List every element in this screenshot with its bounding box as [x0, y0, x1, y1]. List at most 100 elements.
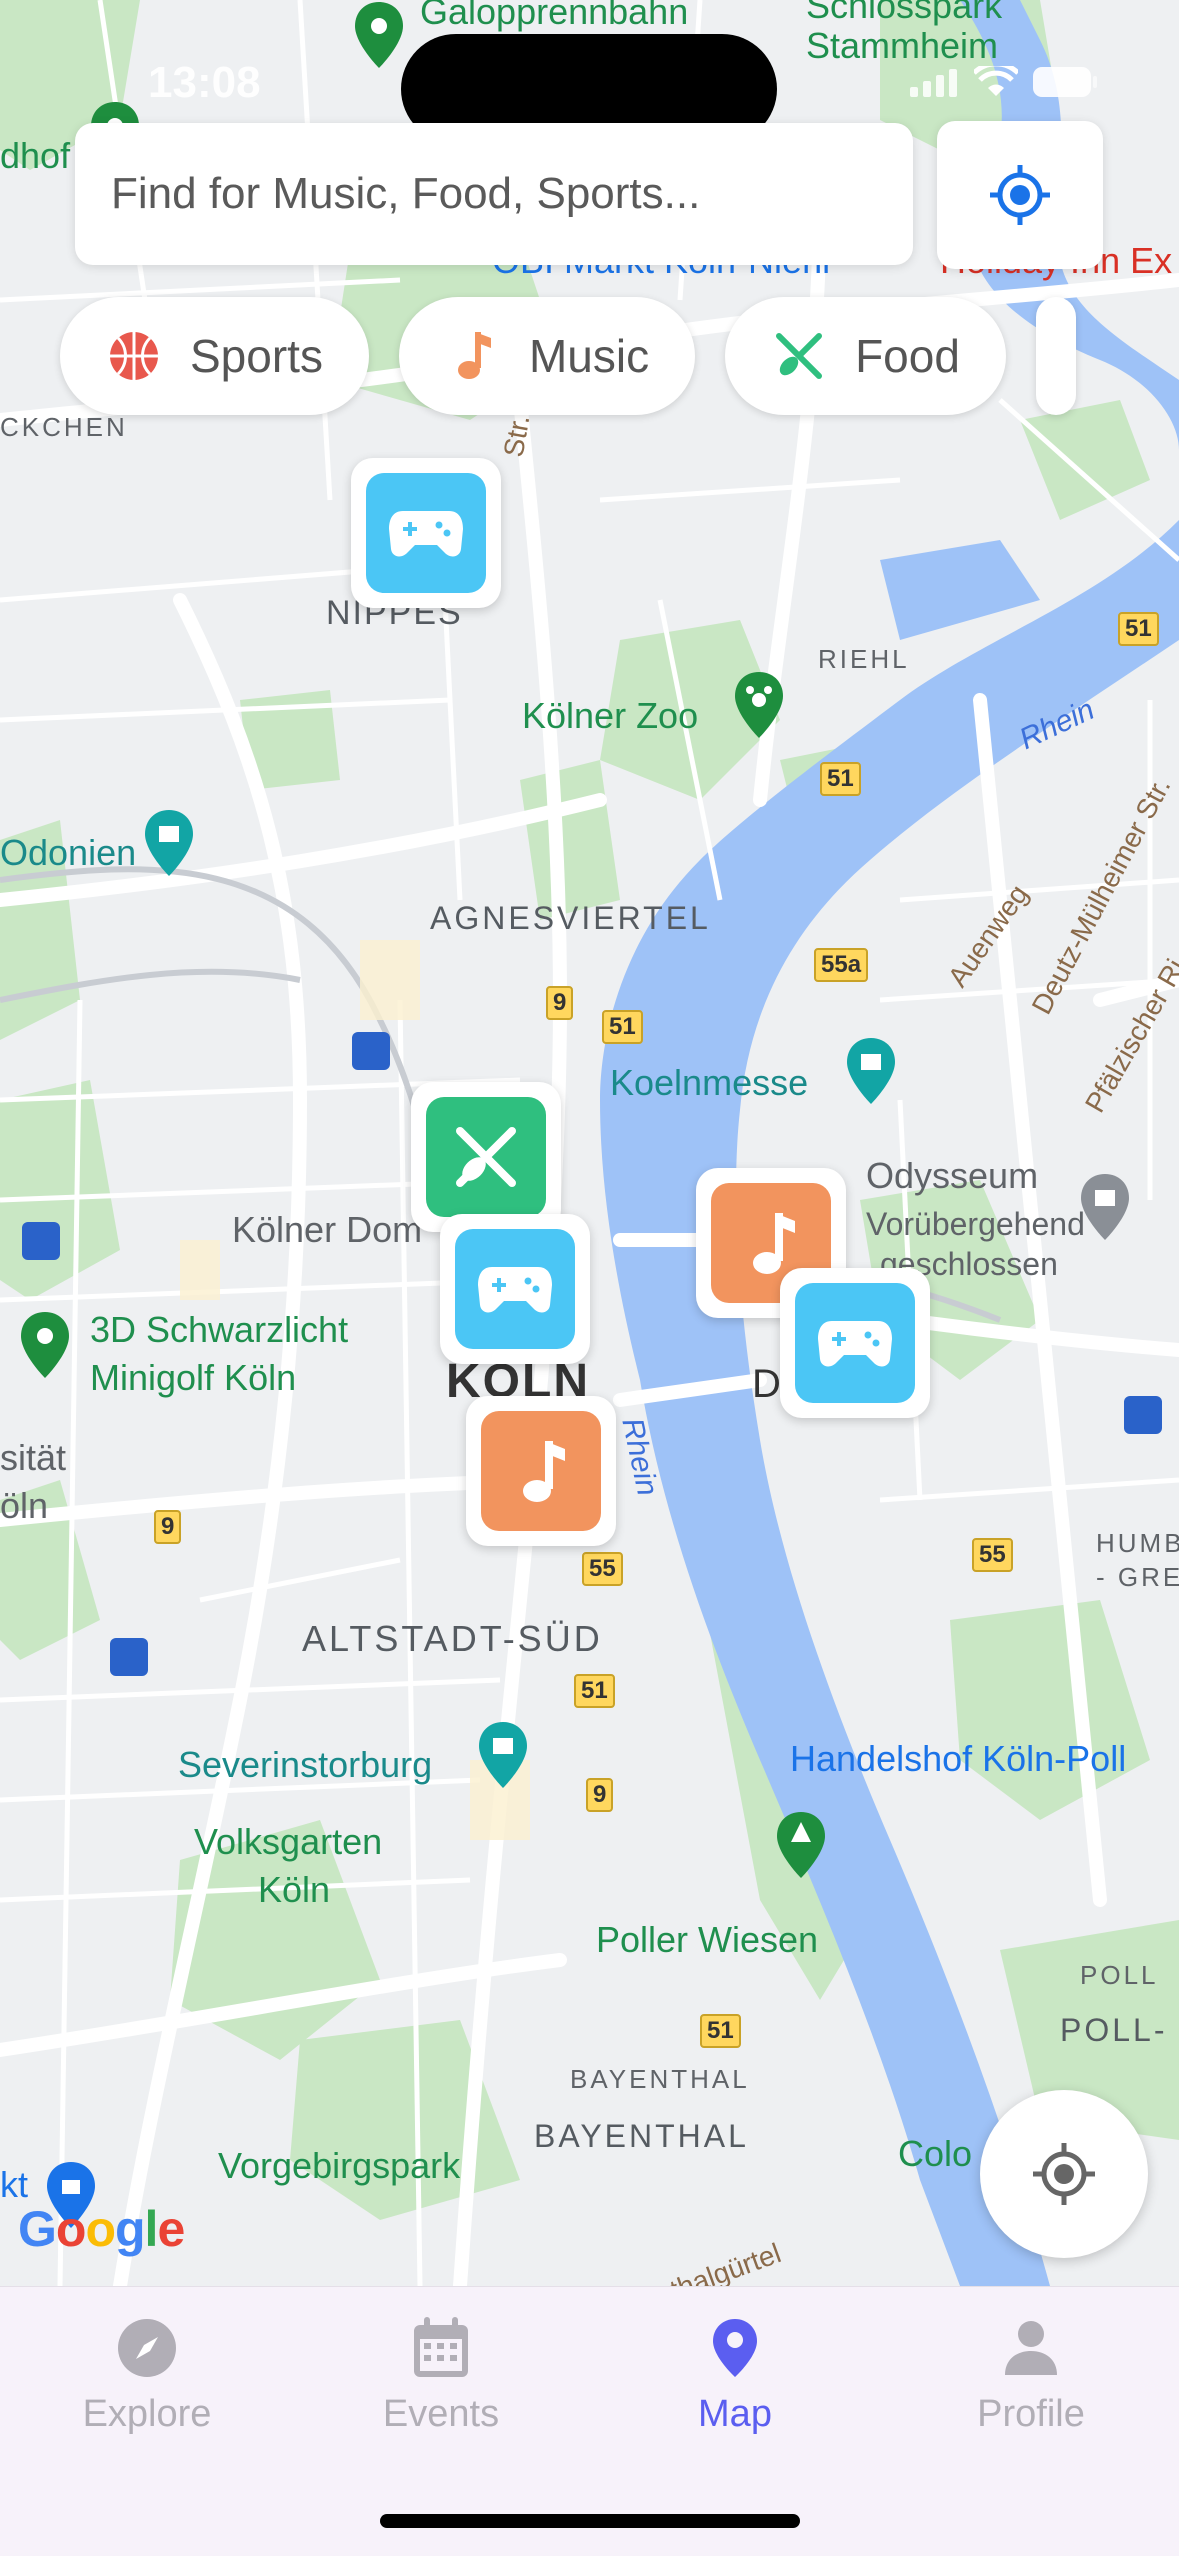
- map-label: Minigolf Köln: [90, 1357, 297, 1398]
- road-shield: 51: [574, 1674, 615, 1708]
- road-shield: 51: [700, 2014, 741, 2048]
- tab-explore[interactable]: Explore: [27, 2313, 267, 2436]
- event-marker-game[interactable]: [780, 1268, 930, 1418]
- event-marker-game[interactable]: [351, 458, 501, 608]
- road-shield: 51: [820, 762, 861, 796]
- google-logo: Google: [18, 2201, 185, 2257]
- gamepad-icon: [389, 511, 463, 557]
- gamepad-icon: [818, 1321, 892, 1367]
- chip-label: Music: [528, 330, 650, 382]
- search-input[interactable]: [111, 169, 913, 219]
- fork-spoon-icon: [776, 333, 823, 379]
- map-label: Stammheim: [806, 25, 999, 66]
- music-note-icon: [753, 1213, 795, 1274]
- current-location-button[interactable]: [937, 121, 1103, 269]
- battery-icon: [1033, 67, 1097, 97]
- map-label: ALTSTADT-SÜD: [302, 1618, 603, 1659]
- map-label: - GREN: [1096, 1562, 1179, 1592]
- map-label: dhof: [0, 135, 71, 176]
- transit-icon: [22, 1222, 60, 1260]
- map-label: 3D Schwarzlicht: [90, 1309, 349, 1350]
- basketball-icon: [110, 332, 158, 380]
- landmark-pin-icon[interactable]: [142, 808, 196, 878]
- road-shield: 51: [1118, 612, 1159, 646]
- status-icons: [910, 66, 1098, 98]
- crosshair-icon: [990, 165, 1050, 225]
- map-label: Poller Wiesen: [596, 1919, 819, 1960]
- my-location-button[interactable]: [980, 2090, 1148, 2258]
- map-label: HUMB: [1096, 1528, 1179, 1558]
- map-label: sität: [0, 1437, 67, 1478]
- map-label: Handelshof Köln-Poll: [790, 1738, 1127, 1779]
- chip-label: Sports: [190, 330, 323, 382]
- status-time: 13:08: [148, 58, 261, 107]
- map-label: BAYENTHAL: [534, 2118, 749, 2154]
- signal-icon: [910, 69, 957, 97]
- chip-sports[interactable]: Sports: [60, 297, 369, 415]
- map-pin-icon: [713, 2319, 757, 2377]
- tab-profile[interactable]: Profile: [911, 2313, 1151, 2436]
- category-chips: Sports Music Food: [60, 297, 1076, 415]
- search-bar[interactable]: [75, 123, 913, 265]
- map-pin-green-icon[interactable]: [18, 1310, 72, 1380]
- event-marker-game[interactable]: [440, 1214, 590, 1364]
- home-indicator: [380, 2514, 800, 2528]
- map-label: Kölner Zoo: [522, 695, 699, 736]
- map-label: AGNESVIERTEL: [430, 900, 711, 936]
- fork-spoon-icon: [456, 1127, 516, 1187]
- road-shield: 51: [602, 1010, 643, 1044]
- tab-events[interactable]: Events: [321, 2313, 561, 2436]
- tab-map[interactable]: Map: [615, 2313, 855, 2436]
- chip-music[interactable]: Music: [398, 297, 696, 415]
- transit-icon: [110, 1638, 148, 1676]
- map-label: Galopprennbahn: [420, 0, 689, 32]
- calendar-icon: [414, 2317, 468, 2377]
- map-label: Odysseum: [866, 1155, 1039, 1196]
- transit-icon: [1124, 1396, 1162, 1434]
- tab-label: Events: [382, 2393, 500, 2435]
- landmark-pin-icon[interactable]: [476, 1720, 530, 1790]
- map-label: Severinstorburg: [178, 1744, 433, 1785]
- road-shield: 9: [154, 1510, 182, 1544]
- chip-label: Food: [855, 330, 960, 382]
- wifi-icon: [974, 66, 1018, 96]
- event-marker-food[interactable]: [411, 1082, 561, 1232]
- map-label: Koelnmesse: [610, 1062, 809, 1103]
- map-label: POLL-: [1060, 2012, 1168, 2048]
- chip-food[interactable]: Food: [725, 297, 1006, 415]
- road-shield: 55: [972, 1538, 1013, 1572]
- crosshair-icon: [1033, 2143, 1095, 2205]
- gamepad-icon: [478, 1267, 552, 1313]
- map-label: Vorgebirgspark: [218, 2145, 461, 2186]
- map-label: öln: [0, 1485, 49, 1526]
- park-pin-icon[interactable]: [774, 1810, 828, 1880]
- transit-icon: [352, 1032, 390, 1070]
- compass-icon: [118, 2319, 176, 2377]
- museum-pin-icon[interactable]: [1078, 1172, 1132, 1242]
- map-label: Volksgarten: [194, 1821, 383, 1862]
- chip-more[interactable]: [1035, 297, 1076, 415]
- map-label: Colo: [898, 2133, 973, 2174]
- map-label: Odonien: [0, 832, 137, 873]
- road-shield: 55a: [814, 948, 869, 982]
- map-label: BAYENTHAL: [570, 2064, 750, 2094]
- landmark-pin-icon[interactable]: [844, 1036, 898, 1106]
- map-label: D: [752, 1362, 783, 1406]
- road-shield: 9: [586, 1778, 614, 1812]
- music-note-icon: [457, 332, 491, 379]
- road-shield: 55: [582, 1552, 623, 1586]
- music-note-icon: [523, 1441, 565, 1502]
- tab-label: Explore: [82, 2393, 212, 2435]
- person-icon: [1005, 2321, 1057, 2375]
- map-label: CKCHEN: [0, 412, 128, 442]
- map-label: RIEHL: [818, 644, 910, 674]
- road-shield: 9: [546, 986, 574, 1020]
- tab-label: Profile: [977, 2393, 1085, 2435]
- map-pin-green-icon[interactable]: [352, 0, 406, 70]
- zoo-pin-icon[interactable]: [732, 670, 786, 740]
- map-label: POLL: [1080, 1960, 1159, 1990]
- tab-label: Map: [698, 2393, 772, 2435]
- map-label: Köln: [258, 1869, 331, 1910]
- map-label: Kölner Dom: [232, 1209, 423, 1250]
- event-marker-music[interactable]: [466, 1396, 616, 1546]
